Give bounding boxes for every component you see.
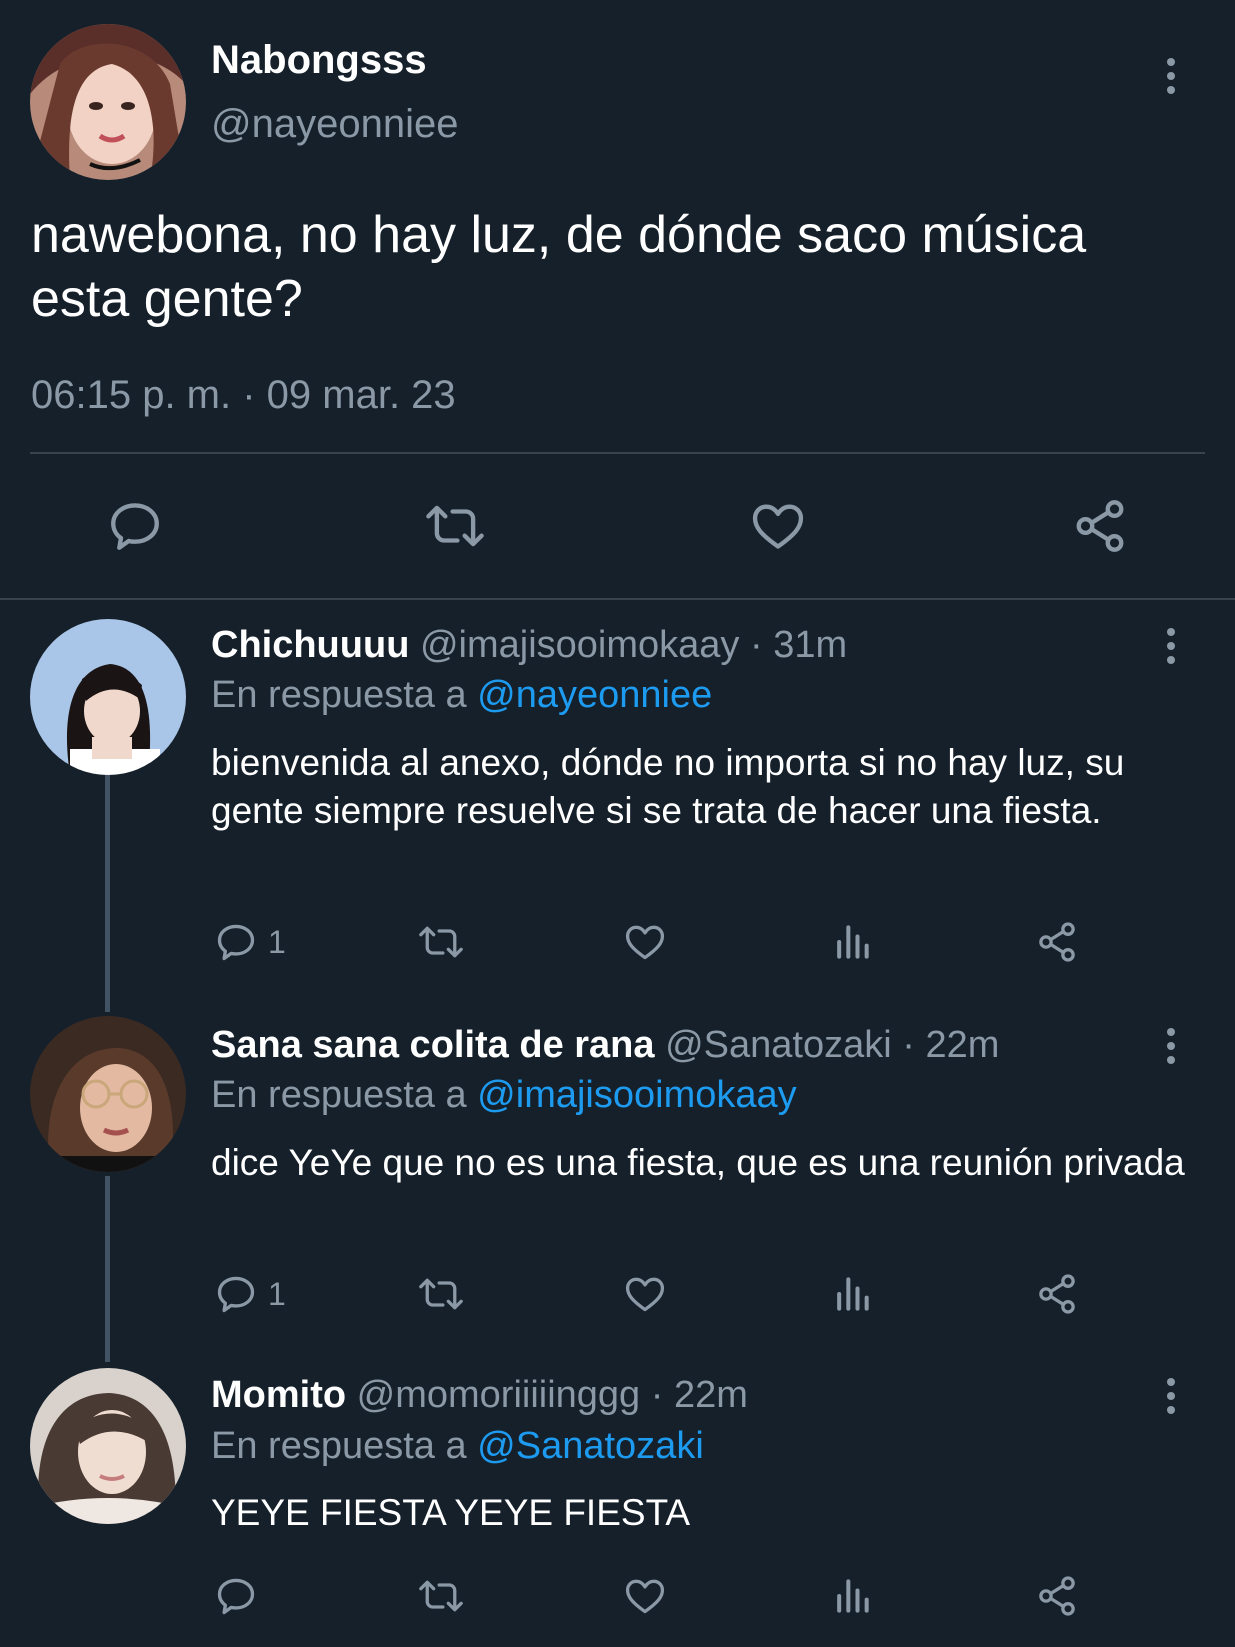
- avatar-photo: [30, 24, 186, 180]
- share-icon: [1039, 1576, 1075, 1616]
- share-button[interactable]: [1034, 920, 1080, 964]
- section-divider: [0, 598, 1235, 600]
- retweet-icon: [426, 505, 484, 547]
- reply-context-label: En respuesta a: [211, 1074, 478, 1116]
- share-icon: [1039, 922, 1075, 962]
- analytics-icon: [837, 1579, 869, 1613]
- more-options-icon[interactable]: [1163, 58, 1179, 100]
- retweet-button[interactable]: [414, 1574, 468, 1618]
- analytics-button[interactable]: [830, 1574, 874, 1618]
- display-name[interactable]: Nabongsss: [211, 38, 427, 83]
- avatar[interactable]: [30, 24, 186, 180]
- reply-icon: [217, 1578, 255, 1615]
- share-button[interactable]: [1070, 497, 1130, 555]
- tweet-text: nawebona, no hay luz, de dónde saco músi…: [31, 206, 1087, 328]
- more-options-icon[interactable]: [1163, 1378, 1179, 1420]
- thread-line: [105, 1176, 110, 1362]
- display-name[interactable]: Chichuuuu: [211, 624, 409, 666]
- tweet-text: dice YeYe que no es una fiesta, que es u…: [211, 1142, 1185, 1183]
- like-icon: [625, 1277, 665, 1312]
- analytics-icon: [837, 1277, 869, 1311]
- reply-count: 1: [268, 923, 286, 960]
- reply-context-label: En respuesta a: [211, 1425, 478, 1467]
- display-name[interactable]: Momito: [211, 1374, 346, 1416]
- handle-and-time: @Sanatozaki · 22m: [665, 1024, 1000, 1066]
- retweet-button[interactable]: [414, 1272, 468, 1316]
- avatar[interactable]: [30, 619, 186, 775]
- reply-button[interactable]: 1: [214, 920, 286, 964]
- retweet-icon: [419, 1278, 463, 1310]
- retweet-button[interactable]: [420, 497, 490, 555]
- reply-button[interactable]: [106, 497, 164, 555]
- share-button[interactable]: [1034, 1272, 1080, 1316]
- divider: [30, 452, 1205, 454]
- avatar-photo: [30, 1368, 186, 1524]
- reply-icon: [111, 503, 159, 550]
- reply-icon: [217, 1276, 255, 1313]
- retweet-icon: [419, 926, 463, 958]
- avatar-photo: [30, 1016, 186, 1172]
- display-name[interactable]: Sana sana colita de rana: [211, 1024, 655, 1066]
- avatar[interactable]: [30, 1016, 186, 1172]
- tweet-timestamp: 06:15 p. m. · 09 mar. 23: [31, 373, 456, 417]
- avatar[interactable]: [30, 1368, 186, 1524]
- like-icon: [625, 1579, 665, 1614]
- retweet-icon: [419, 1580, 463, 1612]
- tweet-text: YEYE FIESTA YEYE FIESTA: [211, 1492, 691, 1533]
- handle-and-time: @momoriiiiinggg · 22m: [356, 1374, 748, 1416]
- reply-button[interactable]: 1: [214, 1272, 286, 1316]
- reply-icon: [217, 924, 255, 961]
- like-icon: [625, 925, 665, 960]
- mention-link[interactable]: @imajisooimokaay: [477, 1074, 796, 1116]
- mention-link[interactable]: @nayeonniee: [477, 674, 712, 716]
- reply-context-label: En respuesta a: [211, 674, 478, 716]
- share-button[interactable]: [1034, 1574, 1080, 1618]
- like-button[interactable]: [622, 1272, 668, 1316]
- handle-and-time: @imajisooimokaay · 31m: [419, 624, 848, 666]
- mention-link[interactable]: @Sanatozaki: [477, 1425, 704, 1467]
- like-button[interactable]: [748, 497, 808, 555]
- user-handle[interactable]: @nayeonniee: [211, 102, 458, 147]
- analytics-icon: [837, 925, 869, 959]
- like-icon: [752, 504, 804, 549]
- reply-count: 1: [268, 1275, 286, 1312]
- more-options-icon[interactable]: [1163, 628, 1179, 670]
- avatar-photo: [30, 619, 186, 775]
- share-icon: [1076, 500, 1124, 552]
- like-button[interactable]: [622, 920, 668, 964]
- retweet-button[interactable]: [414, 920, 468, 964]
- reply-button[interactable]: [214, 1574, 258, 1618]
- tweet-text: bienvenida al anexo, dónde no importa si…: [211, 742, 1125, 831]
- share-icon: [1039, 1274, 1075, 1314]
- analytics-button[interactable]: [830, 1272, 874, 1316]
- like-button[interactable]: [622, 1574, 668, 1618]
- analytics-button[interactable]: [830, 920, 874, 964]
- thread-line: [105, 774, 110, 1012]
- more-options-icon[interactable]: [1163, 1028, 1179, 1070]
